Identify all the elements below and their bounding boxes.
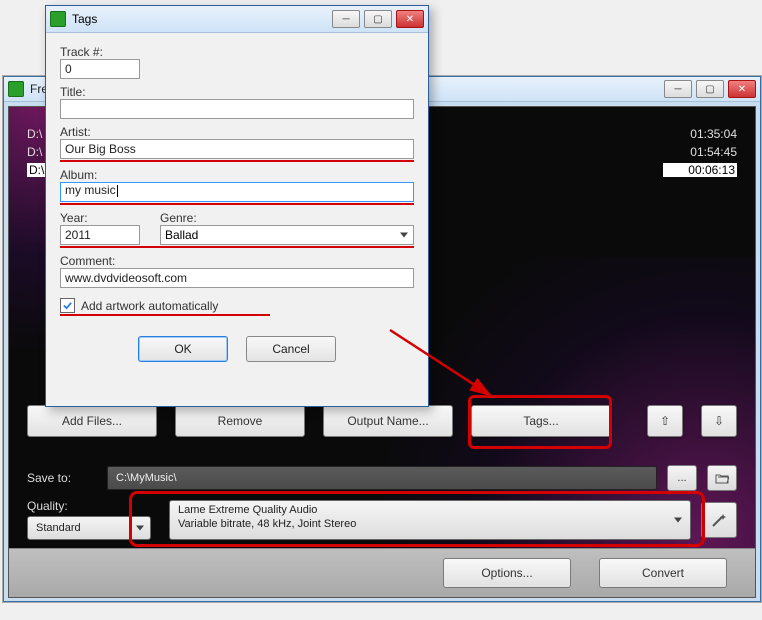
ok-button[interactable]: OK [138,336,228,362]
quality-label: Quality: [27,499,97,513]
track-label: Track #: [60,45,414,59]
main-minimize-button[interactable]: ─ [664,80,692,98]
app-icon [8,81,24,97]
open-folder-button[interactable] [707,465,737,491]
output-name-button[interactable]: Output Name... [323,405,453,437]
artwork-label: Add artwork automatically [81,299,218,313]
options-button[interactable]: Options... [443,558,571,588]
browse-button[interactable]: ... [667,465,697,491]
bottom-bar: Options... Convert [9,548,755,597]
chevron-down-icon [674,517,682,522]
move-down-button[interactable]: ⇩ [701,405,737,437]
dialog-titlebar[interactable]: Tags ─ ▢ ✕ [46,6,428,33]
artwork-checkbox[interactable] [60,298,75,313]
tags-dialog: Tags ─ ▢ ✕ Track #: Title: Artist: Album… [45,5,429,407]
file-duration: 01:35:04 [667,127,737,141]
quality-preset-select[interactable]: Standard [27,516,151,540]
annotation-underline [60,160,414,162]
remove-button[interactable]: Remove [175,405,305,437]
open-folder-icon [715,472,729,484]
annotation-underline [60,314,270,316]
dialog-close-button[interactable]: ✕ [396,10,424,28]
wizard-button[interactable] [701,502,737,538]
artist-label: Artist: [60,125,414,139]
main-maximize-button[interactable]: ▢ [696,80,724,98]
magic-wand-icon [711,512,727,528]
tags-button[interactable]: Tags... [471,405,611,437]
chevron-down-icon [136,526,144,531]
genre-label: Genre: [160,211,414,225]
chevron-down-icon [400,233,408,238]
arrow-up-icon: ⇧ [660,414,670,428]
title-input[interactable] [60,99,414,119]
comment-label: Comment: [60,254,414,268]
quality-profile-select[interactable]: Lame Extreme Quality Audio Variable bitr… [169,500,691,540]
save-to-label: Save to: [27,471,97,485]
artist-input[interactable] [60,139,414,159]
title-label: Title: [60,85,414,99]
arrow-down-icon: ⇩ [714,414,724,428]
genre-select[interactable]: Ballad [160,225,414,245]
album-input[interactable]: my music [60,182,414,202]
dialog-minimize-button[interactable]: ─ [332,10,360,28]
convert-button[interactable]: Convert [599,558,727,588]
app-icon [50,11,66,27]
file-duration: 01:54:45 [667,145,737,159]
cancel-button[interactable]: Cancel [246,336,336,362]
album-label: Album: [60,168,414,182]
year-input[interactable] [60,225,140,245]
save-to-field[interactable]: C:\MyMusic\ [107,466,657,490]
dialog-title: Tags [72,12,97,26]
track-input[interactable] [60,59,140,79]
dialog-maximize-button[interactable]: ▢ [364,10,392,28]
annotation-underline [60,246,414,248]
main-close-button[interactable]: ✕ [728,80,756,98]
move-up-button[interactable]: ⇧ [647,405,683,437]
year-label: Year: [60,211,140,225]
add-files-button[interactable]: Add Files... [27,405,157,437]
check-icon [63,301,72,310]
comment-input[interactable] [60,268,414,288]
file-duration: 00:06:13 [663,163,737,177]
